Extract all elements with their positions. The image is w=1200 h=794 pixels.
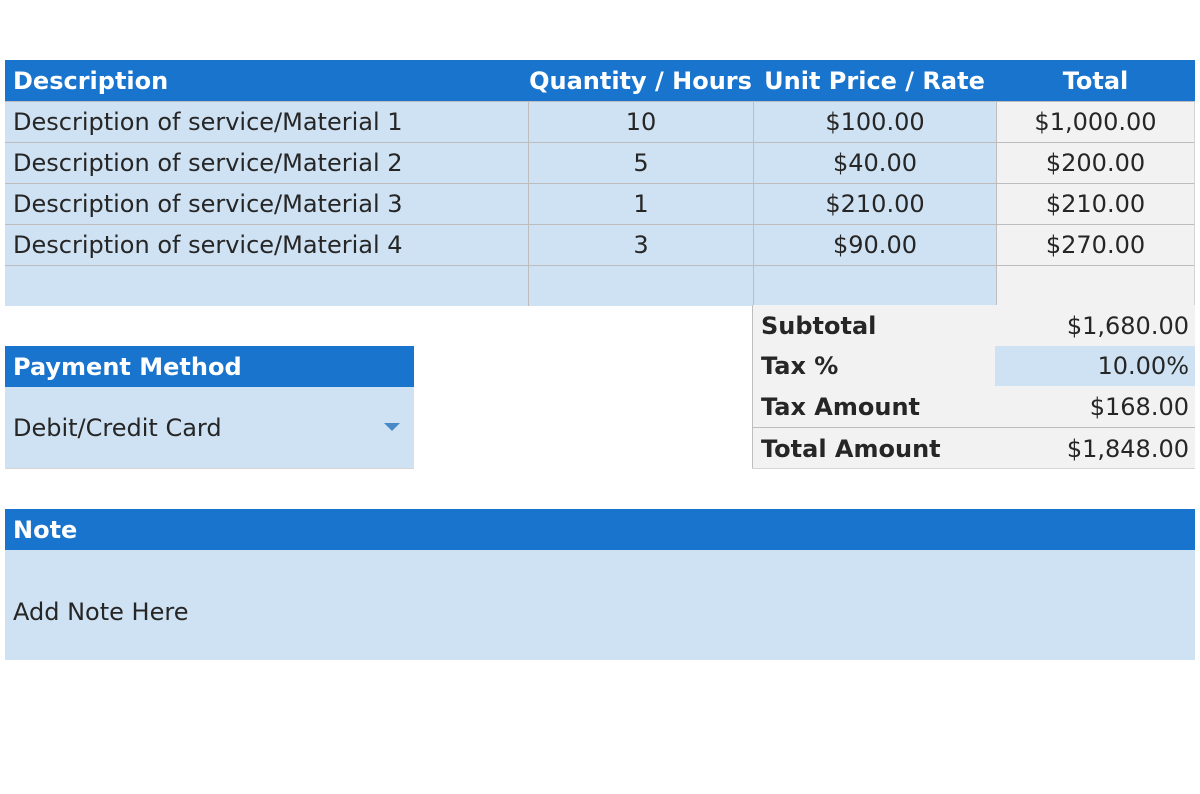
tax-amount-label[interactable]: Tax Amount bbox=[753, 386, 995, 427]
summary-bottom-border bbox=[752, 468, 1195, 469]
subtotal-label[interactable]: Subtotal bbox=[753, 305, 995, 346]
row-description[interactable]: Description of service/Material 2 bbox=[5, 142, 528, 183]
header-quantity[interactable]: Quantity / Hours bbox=[528, 60, 753, 101]
row-quantity[interactable]: 10 bbox=[528, 101, 753, 142]
subtotal-value[interactable]: $1,680.00 bbox=[995, 305, 1195, 346]
header-description[interactable]: Description bbox=[5, 60, 528, 101]
tax-percent-input[interactable]: 10.00% bbox=[995, 346, 1195, 386]
row-description[interactable]: Description of service/Material 3 bbox=[5, 183, 528, 224]
header-unit-price[interactable]: Unit Price / Rate bbox=[753, 60, 996, 101]
row-quantity[interactable]: 1 bbox=[528, 183, 753, 224]
row-total[interactable]: $1,000.00 bbox=[996, 101, 1195, 142]
row-unit-price[interactable] bbox=[753, 265, 996, 306]
header-total[interactable]: Total bbox=[996, 60, 1195, 101]
row-unit-price[interactable]: $210.00 bbox=[753, 183, 996, 224]
summary-panel: Subtotal $1,680.00 Tax % 10.00% Tax Amou… bbox=[752, 305, 1195, 469]
row-description[interactable]: Description of service/Material 1 bbox=[5, 101, 528, 142]
row-total[interactable] bbox=[996, 265, 1195, 306]
tax-percent-label[interactable]: Tax % bbox=[753, 346, 995, 386]
row-quantity[interactable]: 3 bbox=[528, 224, 753, 265]
tax-amount-value[interactable]: $168.00 bbox=[995, 386, 1195, 427]
row-unit-price[interactable]: $90.00 bbox=[753, 224, 996, 265]
row-unit-price[interactable]: $100.00 bbox=[753, 101, 996, 142]
row-description[interactable] bbox=[5, 265, 528, 306]
items-table: Description Quantity / Hours Unit Price … bbox=[5, 60, 1195, 306]
row-total[interactable]: $210.00 bbox=[996, 183, 1195, 224]
note-field[interactable]: Add Note Here bbox=[5, 550, 1195, 660]
chevron-down-icon[interactable] bbox=[384, 423, 400, 431]
payment-method-header: Payment Method bbox=[5, 346, 414, 387]
total-amount-label[interactable]: Total Amount bbox=[753, 428, 995, 469]
total-amount-value[interactable]: $1,848.00 bbox=[995, 428, 1195, 469]
row-total[interactable]: $200.00 bbox=[996, 142, 1195, 183]
note-header: Note bbox=[5, 509, 1195, 550]
row-description[interactable]: Description of service/Material 4 bbox=[5, 224, 528, 265]
row-quantity[interactable] bbox=[528, 265, 753, 306]
payment-method-select[interactable]: Debit/Credit Card bbox=[5, 387, 414, 469]
row-quantity[interactable]: 5 bbox=[528, 142, 753, 183]
payment-method-value: Debit/Credit Card bbox=[13, 413, 222, 442]
row-unit-price[interactable]: $40.00 bbox=[753, 142, 996, 183]
row-total[interactable]: $270.00 bbox=[996, 224, 1195, 265]
